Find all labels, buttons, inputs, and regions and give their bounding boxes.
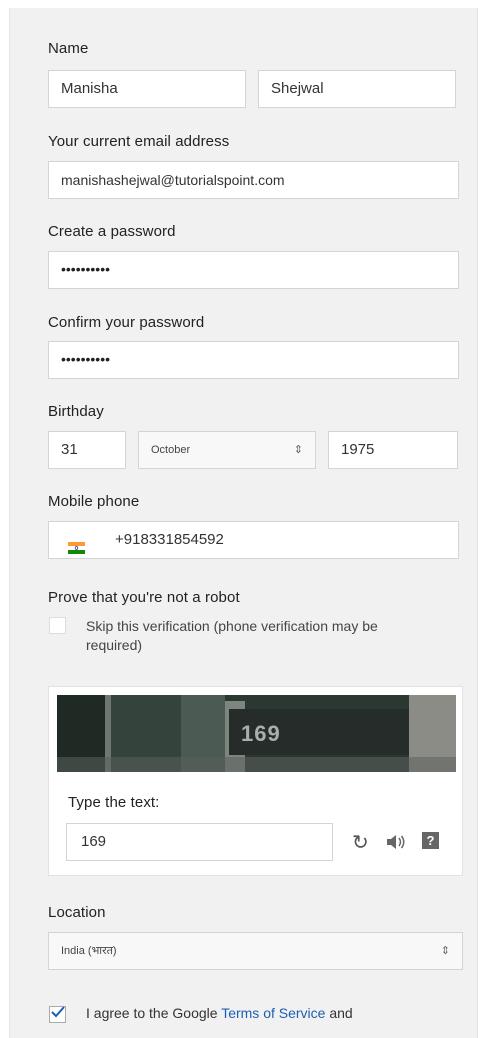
- india-flag-icon[interactable]: [68, 532, 85, 554]
- birthday-month-select[interactable]: October ⇕: [138, 431, 316, 469]
- agree-checkbox[interactable]: [49, 1006, 66, 1023]
- checkmark-icon: [51, 1006, 65, 1018]
- birthday-month-value: October: [151, 444, 191, 456]
- location-select[interactable]: India (भारत) ⇕: [48, 932, 463, 970]
- select-arrows-icon: ⇕: [293, 444, 303, 456]
- captcha-input[interactable]: 169: [66, 823, 333, 861]
- password-input[interactable]: ••••••••••: [48, 251, 459, 289]
- robot-prompt-label: Prove that you're not a robot: [48, 589, 240, 606]
- terms-agreement-text: I agree to the Google Terms of Service a…: [86, 1005, 353, 1021]
- first-name-input[interactable]: Manisha: [48, 70, 246, 108]
- last-name-input[interactable]: Shejwal: [258, 70, 456, 108]
- terms-prefix: I agree to the Google: [86, 1005, 222, 1021]
- terms-of-service-link[interactable]: Terms of Service: [221, 1005, 325, 1021]
- name-label: Name: [48, 40, 89, 57]
- mobile-phone-input[interactable]: +918331854592: [48, 521, 459, 559]
- password-label: Create a password: [48, 223, 176, 240]
- skip-verification-label: Skip this verification (phone verificati…: [86, 617, 378, 655]
- confirm-password-label: Confirm your password: [48, 314, 205, 331]
- select-arrows-icon: ⇕: [440, 945, 450, 957]
- birthday-day-input[interactable]: 31: [48, 431, 126, 469]
- birthday-year-input[interactable]: 1975: [328, 431, 458, 469]
- captcha-image: 169: [57, 695, 456, 772]
- captcha-type-label: Type the text:: [68, 794, 160, 811]
- captcha-image-text: 169: [241, 721, 281, 746]
- mobile-phone-label: Mobile phone: [48, 493, 140, 510]
- birthday-label: Birthday: [48, 403, 104, 420]
- confirm-password-input[interactable]: ••••••••••: [48, 341, 459, 379]
- terms-suffix: and: [325, 1005, 353, 1021]
- skip-verification-line2: required): [86, 637, 143, 653]
- location-label: Location: [48, 904, 106, 921]
- mobile-phone-value: +918331854592: [115, 531, 224, 548]
- location-value: India (भारत): [61, 945, 117, 957]
- skip-verification-checkbox[interactable]: [49, 617, 66, 634]
- email-input[interactable]: manishashejwal@tutorialspoint.com: [48, 161, 459, 199]
- email-label: Your current email address: [48, 133, 230, 150]
- skip-verification-line1: Skip this verification (phone verificati…: [86, 618, 378, 634]
- audio-icon[interactable]: [386, 834, 406, 850]
- refresh-icon[interactable]: ↻: [352, 830, 369, 855]
- help-icon[interactable]: ?: [422, 832, 439, 849]
